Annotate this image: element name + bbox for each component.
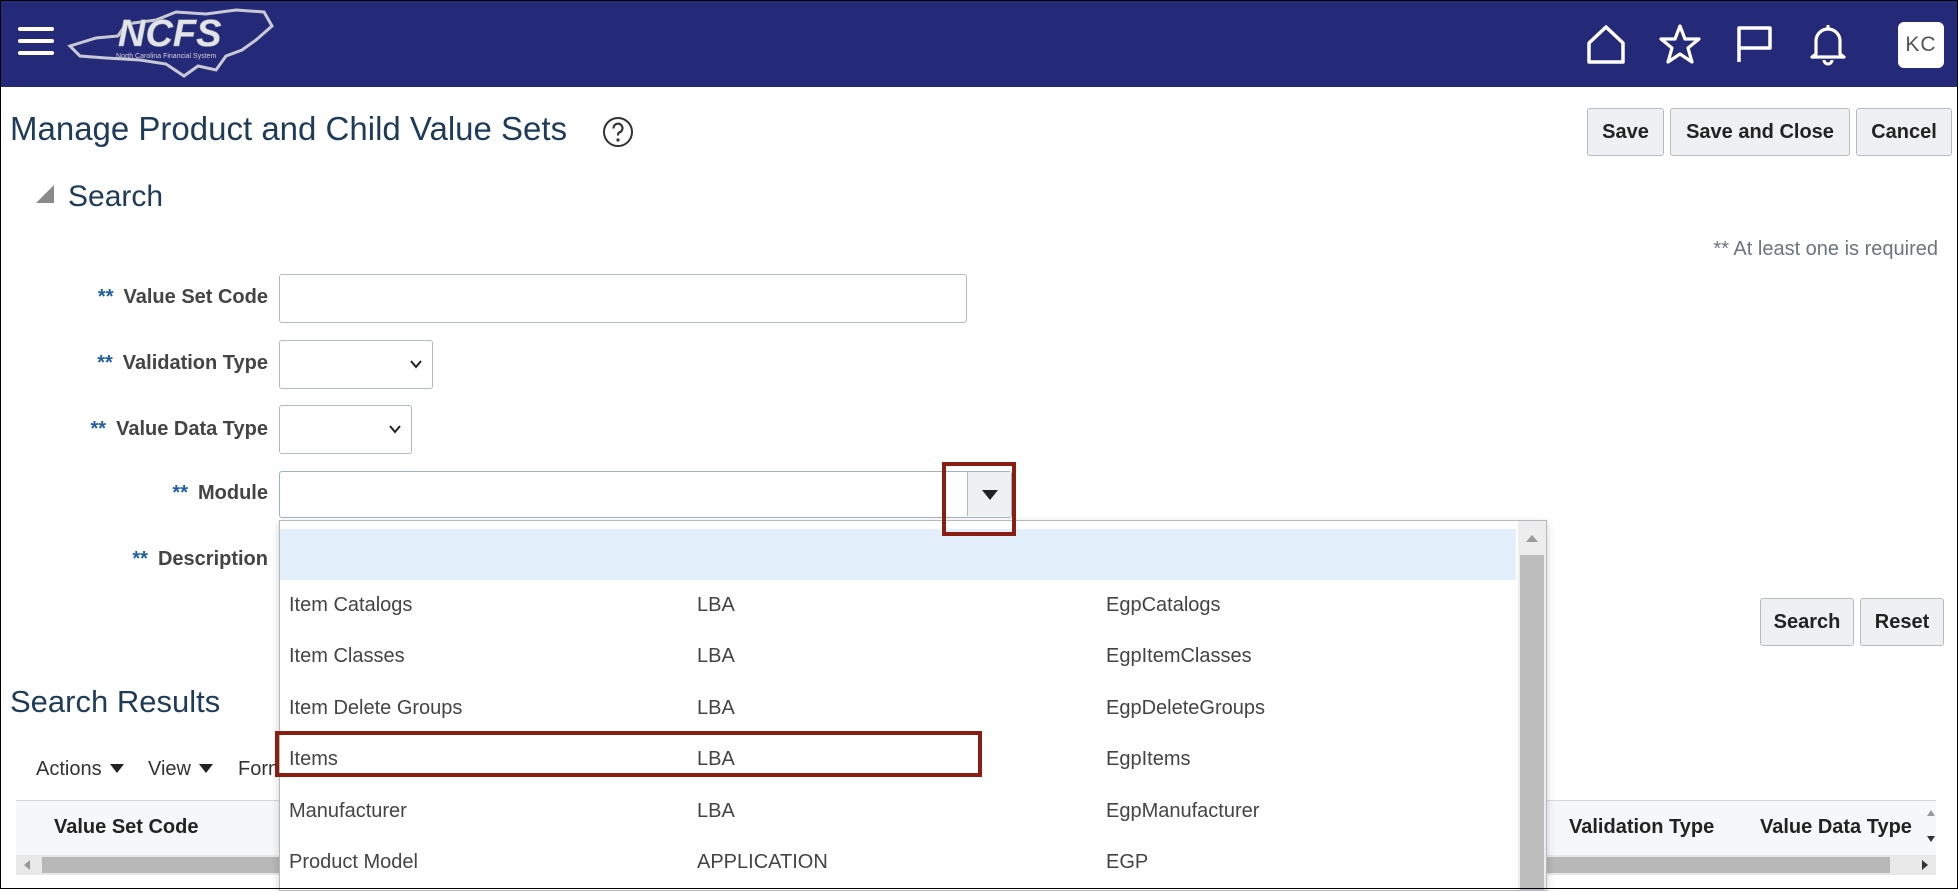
module-label: ** Module (172, 482, 268, 504)
favorites-star-icon[interactable] (1658, 22, 1702, 66)
global-header: NCFS North Carolina Financial System KC (0, 0, 1958, 87)
search-heading: Search (68, 180, 164, 213)
ncfs-logo[interactable]: NCFS North Carolina Financial System (66, 6, 276, 84)
reset-button[interactable]: Reset (1860, 598, 1944, 646)
list-item-item-delete-groups[interactable]: Item Delete Groups LBA EgpDeleteGroups (280, 683, 1516, 734)
svg-text:NCFS: NCFS (118, 13, 221, 55)
home-icon[interactable] (1584, 22, 1628, 66)
list-item-item-classes[interactable]: Item Classes LBA EgpItemClasses (280, 631, 1516, 682)
caret-down-icon (199, 764, 213, 773)
notifications-bell-icon[interactable] (1806, 22, 1850, 66)
module-dropdown-list: Item Catalogs LBA EgpCatalogs Item Classes… (279, 520, 1547, 891)
svg-text:North Carolina Financial Syste: North Carolina Financial System (116, 53, 217, 60)
list-item-items[interactable]: Items LBA EgpItems (280, 734, 1516, 785)
description-label: ** Description (132, 548, 268, 570)
dropdown-scrollbar[interactable] (1518, 521, 1546, 890)
help-icon[interactable] (602, 116, 634, 148)
user-avatar[interactable]: KC (1898, 22, 1944, 68)
column-value-set-code[interactable]: Value Set Code (54, 816, 199, 839)
cancel-button[interactable]: Cancel (1856, 108, 1952, 156)
chevron-down-icon (389, 424, 401, 434)
dropdown-arrow-icon (982, 490, 998, 500)
value-set-code-label: ** Value Set Code (97, 286, 268, 308)
validation-type-label: ** Validation Type (97, 352, 268, 374)
module-dropdown-button[interactable] (967, 472, 1011, 516)
list-item-blank[interactable] (280, 529, 1516, 580)
list-item-manufacturer[interactable]: Manufacturer LBA EgpManufacturer (280, 786, 1516, 837)
view-menu[interactable]: View (148, 758, 213, 781)
list-item-product-model[interactable]: Product Model APPLICATION EGP (280, 837, 1516, 888)
list-item-item-catalogs[interactable]: Item Catalogs LBA EgpCatalogs (280, 580, 1516, 631)
column-value-data-type[interactable]: Value Data Type (1760, 816, 1918, 839)
save-and-close-button[interactable]: Save and Close (1670, 108, 1850, 156)
search-section-header[interactable]: Search (36, 180, 163, 214)
search-button[interactable]: Search (1760, 598, 1854, 646)
value-data-type-label: ** Value Data Type (90, 418, 269, 440)
page-title: Manage Product and Child Value Sets (10, 110, 568, 147)
search-results-heading: Search Results (10, 684, 221, 719)
module-combobox-input[interactable] (279, 471, 1012, 518)
actions-menu[interactable]: Actions (36, 758, 124, 781)
flag-icon[interactable] (1732, 22, 1776, 66)
save-button[interactable]: Save (1587, 108, 1664, 156)
chevron-down-icon (410, 359, 422, 369)
column-validation-type[interactable]: Validation Type (1569, 816, 1714, 839)
value-set-code-input[interactable] (279, 274, 967, 323)
collapse-triangle-icon[interactable] (36, 185, 54, 203)
scroll-up-icon[interactable] (1526, 535, 1538, 542)
value-data-type-select[interactable] (279, 405, 412, 454)
validation-type-select[interactable] (279, 340, 433, 389)
caret-down-icon (109, 764, 124, 773)
vertical-scroll-arrows-icon[interactable] (1924, 806, 1938, 846)
required-note: ** At least one is required (1713, 238, 1938, 260)
menu-icon[interactable] (18, 27, 54, 57)
format-menu[interactable]: Form (238, 758, 285, 781)
